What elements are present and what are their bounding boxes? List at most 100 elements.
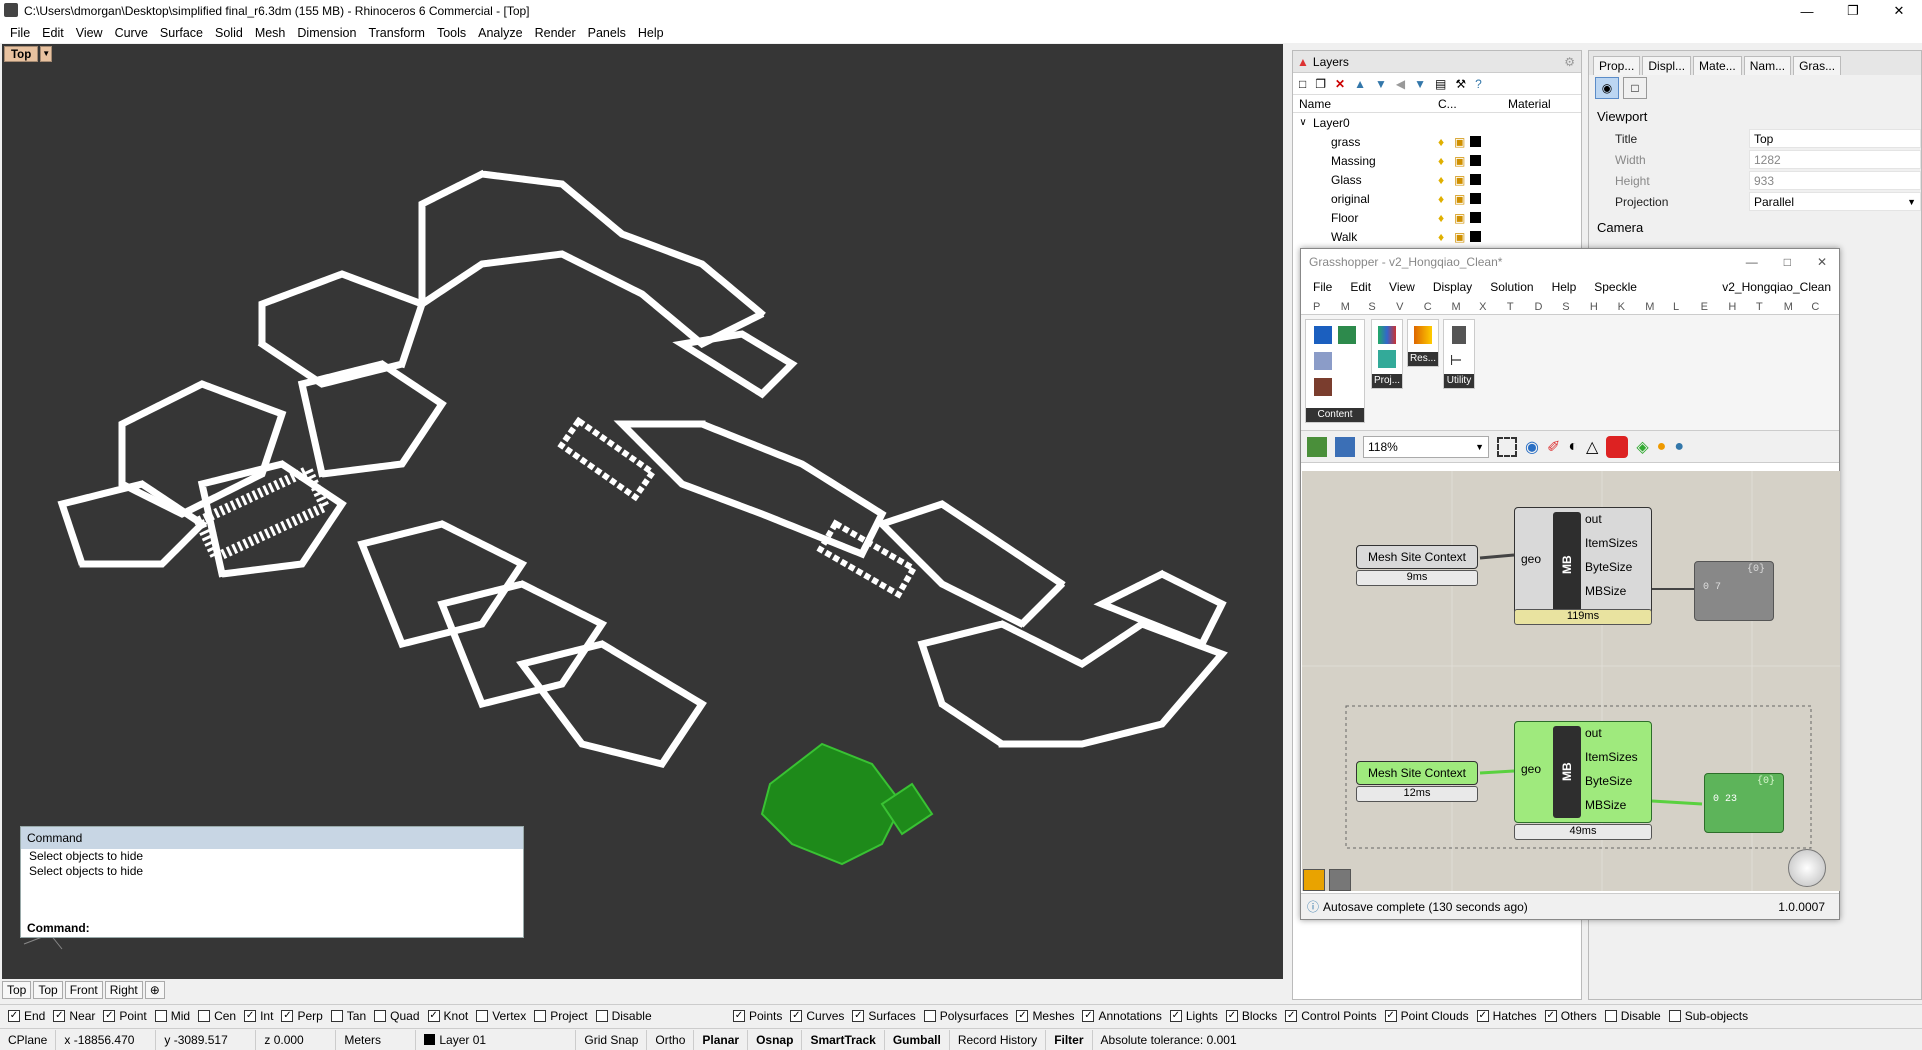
markov-icon[interactable] [1329,869,1351,891]
new-sublayer-icon[interactable]: ❐ [1315,77,1326,91]
tab-grasshopper[interactable]: Gras... [1793,56,1842,75]
checkbox-icon[interactable] [374,1009,387,1022]
zoom-extents-icon[interactable] [1497,436,1517,457]
lightbulb-icon[interactable]: ♦ [1438,211,1454,225]
gear-icon[interactable]: ⚙ [1564,55,1575,69]
speckle-receiver-icon[interactable] [1338,326,1356,344]
smarttrack-toggle[interactable]: SmartTrack [802,1029,885,1050]
preview-icon[interactable]: ◐ [1568,438,1578,456]
tab-top-2[interactable]: Top [33,981,63,999]
gh-tab[interactable]: L [1673,301,1701,313]
move-up-icon[interactable]: ▲ [1354,77,1366,91]
tools-icon[interactable]: ⚒ [1455,77,1466,91]
gh-menu-edit[interactable]: Edit [1350,280,1371,294]
checkbox-icon[interactable]: ✓ [244,1009,257,1022]
command-window[interactable]: Command Select objects to hide Select ob… [20,826,524,938]
gh-compass-icon[interactable] [1788,849,1826,887]
panel-green[interactable]: {0} 0 23 [1704,773,1784,833]
arrow-icon[interactable]: ⊢ [1450,352,1462,369]
filter-hatches[interactable]: ✓ Hatches [1476,1009,1537,1023]
gh-tab[interactable]: X [1479,301,1507,313]
menu-surface[interactable]: Surface [160,26,203,40]
col-name[interactable]: Name [1293,97,1438,111]
gh-tab[interactable]: C [1811,301,1839,313]
zoom-dropdown[interactable]: 118% ▼ [1363,435,1489,458]
menu-render[interactable]: Render [535,26,576,40]
chevron-down-icon[interactable]: ▼ [1907,193,1916,212]
move-out-icon[interactable]: ◀ [1396,77,1405,91]
checkbox-icon[interactable]: ✓ [1225,1009,1238,1022]
lock-icon[interactable]: ▣ [1454,135,1470,149]
gh-menu-speckle[interactable]: Speckle [1594,280,1637,294]
sphere-icon[interactable]: ● [1674,438,1684,456]
tab-front[interactable]: Front [64,981,103,999]
units-label[interactable]: Meters [336,1029,417,1050]
gh-canvas[interactable]: Mesh Site Context 9ms geo MB out ItemSiz… [1302,471,1840,891]
group-res-label[interactable]: Res... [1408,352,1438,366]
panel-gray[interactable]: {0} 0 7 [1694,561,1774,621]
checkbox-icon[interactable]: ✓ [103,1009,116,1022]
group-content-label[interactable]: Content [1306,408,1364,422]
menu-file[interactable]: File [10,26,30,40]
lock-icon[interactable]: ▣ [1454,211,1470,225]
checkbox-icon[interactable] [330,1009,343,1022]
gh-tab[interactable]: K [1618,301,1646,313]
gh-tab[interactable]: D [1535,301,1563,313]
checkbox-icon[interactable]: ✓ [281,1009,294,1022]
new-layer-icon[interactable]: □ [1299,77,1306,91]
layer-color-swatch[interactable] [1470,155,1481,166]
mb-component-selected[interactable]: geo MB out ItemSizes ByteSize MBSize [1514,721,1652,823]
texture-icon[interactable] [1314,378,1332,396]
osnap-perp[interactable]: ✓ Perp [281,1009,323,1023]
checkbox-icon[interactable] [595,1009,608,1022]
cplane-label[interactable]: CPlane [0,1029,57,1050]
bake-icon[interactable]: ◈ [1636,437,1648,457]
layer-color-swatch[interactable] [1470,193,1481,204]
profiler-icon[interactable] [1303,869,1325,891]
gh-menu-view[interactable]: View [1389,280,1415,294]
checkbox-icon[interactable]: ✓ [427,1009,440,1022]
menu-help[interactable]: Help [638,26,664,40]
open-file-icon[interactable] [1307,436,1327,457]
checkbox-icon[interactable]: ✓ [1285,1009,1298,1022]
menu-transform[interactable]: Transform [368,26,425,40]
layer-color-swatch[interactable] [1470,174,1481,185]
checkbox-icon[interactable]: ✓ [1016,1009,1029,1022]
layer-row[interactable]: ∨ Layer0 [1293,113,1581,132]
gh-tab[interactable]: P [1313,301,1341,313]
filter-control-points[interactable]: ✓ Control Points [1285,1009,1377,1023]
gh-tab[interactable]: T [1507,301,1535,313]
mb-component[interactable]: geo MB out ItemSizes ByteSize MBSize [1514,507,1652,623]
osnap-knot[interactable]: ✓ Knot [427,1009,468,1023]
filter-point-clouds[interactable]: ✓ Point Clouds [1384,1009,1469,1023]
lock-icon[interactable]: ▣ [1454,154,1470,168]
projection-dropdown[interactable]: Parallel ▼ [1749,192,1921,211]
menu-edit[interactable]: Edit [42,26,64,40]
osnap-int[interactable]: ✓ Int [244,1009,273,1023]
gh-tab[interactable]: M [1645,301,1673,313]
play-icon[interactable] [1378,350,1396,368]
mesh-site-context-param[interactable]: Mesh Site Context [1356,545,1478,569]
gumball-toggle[interactable]: Gumball [885,1029,950,1050]
gh-tab[interactable]: E [1701,301,1729,313]
lock-icon[interactable]: ▣ [1454,192,1470,206]
gh-tab[interactable]: S [1562,301,1590,313]
checkbox-icon[interactable]: ✓ [1384,1009,1397,1022]
close-icon[interactable]: ✕ [1817,255,1827,269]
help-icon[interactable]: ? [1475,77,1482,91]
tab-display[interactable]: Displ... [1642,56,1692,75]
gh-tab[interactable]: H [1728,301,1756,313]
lightbulb-icon[interactable]: ♦ [1438,154,1454,168]
gh-tab[interactable]: S [1368,301,1396,313]
checkbox-icon[interactable]: ✓ [1476,1009,1489,1022]
move-down-icon[interactable]: ▼ [1375,77,1387,91]
filter-disable[interactable]: Disable [1604,1009,1661,1023]
lightbulb-icon[interactable]: ♦ [1438,135,1454,149]
osnap-point[interactable]: ✓ Point [103,1009,147,1023]
layer-row[interactable]: grass ♦ ▣ [1293,132,1581,151]
expand-chevron-icon[interactable]: ∨ [1293,117,1313,128]
shaded-icon[interactable] [1606,435,1629,458]
utility-icon[interactable] [1452,326,1466,344]
gh-tab[interactable]: T [1756,301,1784,313]
lightbulb-icon[interactable]: ♦ [1438,230,1454,244]
